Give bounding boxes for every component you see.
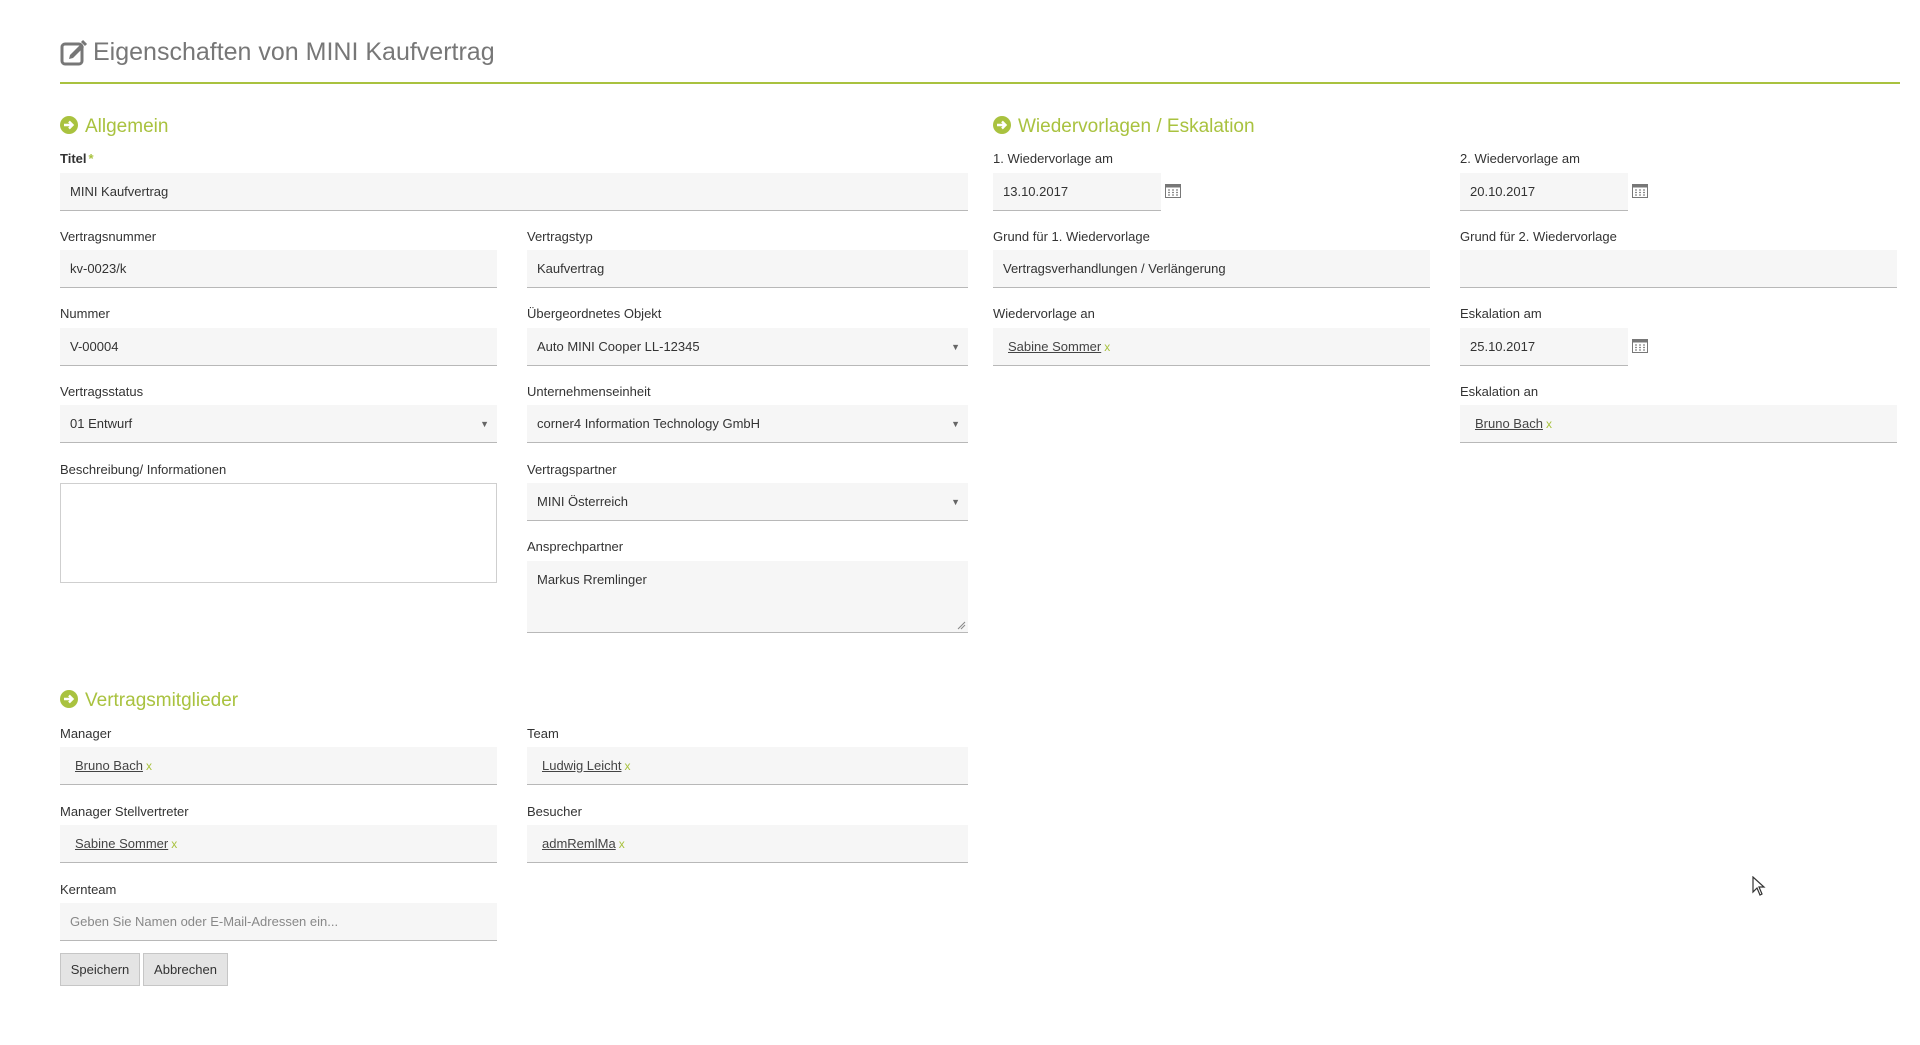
section-followup-label: Wiedervorlagen / Eskalation: [1018, 116, 1255, 137]
grund2-label: Grund für 2. Wiedervorlage: [1460, 229, 1617, 244]
save-button[interactable]: Speichern: [60, 953, 140, 986]
vertragspartner-label: Vertragspartner: [527, 462, 617, 477]
person-token[interactable]: Bruno Bach: [75, 758, 143, 773]
uebergeordnetes-objekt-label: Übergeordnetes Objekt: [527, 306, 662, 321]
vertragsnummer-input[interactable]: kv-0023/k: [60, 250, 497, 288]
uebergeordnetes-objekt-select[interactable]: Auto MINI Cooper LL-12345 ▼: [527, 328, 968, 366]
mouse-cursor-icon: [1752, 876, 1766, 896]
caret-down-icon: ▼: [951, 419, 960, 429]
unternehmenseinheit-label: Unternehmenseinheit: [527, 384, 651, 399]
section-general-heading: Allgemein: [60, 115, 168, 139]
person-token[interactable]: Sabine Sommer: [75, 836, 168, 851]
kernteam-people-picker[interactable]: Geben Sie Namen oder E-Mail-Adressen ein…: [60, 903, 497, 941]
caret-down-icon: ▼: [480, 419, 489, 429]
wiedervorlage1-label: 1. Wiedervorlage am: [993, 151, 1113, 166]
remove-person-icon[interactable]: x: [619, 837, 625, 851]
beschreibung-label: Beschreibung/ Informationen: [60, 462, 227, 477]
unternehmenseinheit-select[interactable]: corner4 Information Technology GmbH ▼: [527, 405, 968, 443]
arrow-right-circle-icon: [60, 690, 78, 708]
ansprechpartner-textarea[interactable]: Markus Rremlinger: [527, 561, 968, 633]
section-members-heading: Vertragsmitglieder: [60, 689, 238, 713]
vertragspartner-select[interactable]: MINI Österreich ▼: [527, 483, 968, 521]
required-marker: *: [88, 151, 94, 166]
stellvertreter-people-picker[interactable]: Sabine Sommer x: [60, 825, 497, 863]
grund2-input[interactable]: [1460, 250, 1897, 288]
eskalation-an-people-picker[interactable]: Bruno Bach x: [1460, 405, 1897, 443]
resize-handle-icon[interactable]: [957, 621, 966, 630]
wiedervorlage-an-label: Wiedervorlage an: [993, 306, 1095, 321]
titel-input[interactable]: MINI Kaufvertrag: [60, 173, 968, 211]
nummer-input[interactable]: V-00004: [60, 328, 497, 366]
person-token[interactable]: Sabine Sommer: [1008, 339, 1101, 354]
caret-down-icon: ▼: [951, 342, 960, 352]
beschreibung-textarea[interactable]: [60, 483, 497, 583]
remove-person-icon[interactable]: x: [625, 759, 631, 773]
kernteam-placeholder: Geben Sie Namen oder E-Mail-Adressen ein…: [70, 914, 339, 929]
caret-down-icon: ▼: [951, 497, 960, 507]
nummer-label: Nummer: [60, 306, 110, 321]
vertragsstatus-label: Vertragsstatus: [60, 384, 144, 399]
arrow-right-circle-icon: [993, 116, 1011, 134]
team-people-picker[interactable]: Ludwig Leicht x: [527, 747, 968, 785]
calendar-icon[interactable]: [1632, 184, 1648, 198]
wiedervorlage-an-people-picker[interactable]: Sabine Sommer x: [993, 328, 1430, 366]
section-general-label: Allgemein: [85, 116, 169, 137]
eskalation-am-label: Eskalation am: [1460, 306, 1542, 321]
vertragstyp-label: Vertragstyp: [527, 229, 593, 244]
grund1-label: Grund für 1. Wiedervorlage: [993, 229, 1150, 244]
besucher-label: Besucher: [527, 804, 582, 819]
remove-person-icon[interactable]: x: [1104, 340, 1110, 354]
remove-person-icon[interactable]: x: [171, 837, 177, 851]
ansprechpartner-value: Markus Rremlinger: [537, 572, 647, 587]
wiedervorlage2-label: 2. Wiedervorlage am: [1460, 151, 1580, 166]
person-token[interactable]: admRemlMa: [542, 836, 616, 851]
besucher-people-picker[interactable]: admRemlMa x: [527, 825, 968, 863]
vertragstyp-input[interactable]: Kaufvertrag: [527, 250, 968, 288]
eskalation-am-date-input[interactable]: 25.10.2017: [1460, 328, 1628, 366]
cancel-button[interactable]: Abbrechen: [143, 953, 228, 986]
calendar-icon[interactable]: [1632, 339, 1648, 353]
titel-label: Titel *: [60, 151, 94, 166]
team-label: Team: [527, 726, 559, 741]
vertragsstatus-select[interactable]: 01 Entwurf ▼: [60, 405, 497, 443]
calendar-icon[interactable]: [1165, 184, 1181, 198]
arrow-right-circle-icon: [60, 116, 78, 134]
remove-person-icon[interactable]: x: [1546, 417, 1552, 431]
person-token[interactable]: Bruno Bach: [1475, 416, 1543, 431]
ansprechpartner-label: Ansprechpartner: [527, 539, 624, 554]
eskalation-an-label: Eskalation an: [1460, 384, 1539, 399]
wiedervorlage2-date-input[interactable]: 20.10.2017: [1460, 173, 1628, 211]
wiedervorlage1-date-input[interactable]: 13.10.2017: [993, 173, 1161, 211]
page-header: Eigenschaften von MINI Kaufvertrag: [60, 36, 1900, 84]
grund1-input[interactable]: Vertragsverhandlungen / Verlängerung: [993, 250, 1430, 288]
kernteam-label: Kernteam: [60, 882, 117, 897]
vertragsnummer-label: Vertragsnummer: [60, 229, 157, 244]
manager-label: Manager: [60, 726, 112, 741]
section-members-label: Vertragsmitglieder: [85, 690, 239, 711]
remove-person-icon[interactable]: x: [146, 759, 152, 773]
person-token[interactable]: Ludwig Leicht: [542, 758, 622, 773]
page-title: Eigenschaften von MINI Kaufvertrag: [93, 38, 495, 66]
section-followup-heading: Wiedervorlagen / Eskalation: [993, 115, 1255, 139]
stellvertreter-label: Manager Stellvertreter: [60, 804, 189, 819]
manager-people-picker[interactable]: Bruno Bach x: [60, 747, 497, 785]
edit-icon: [60, 39, 88, 66]
